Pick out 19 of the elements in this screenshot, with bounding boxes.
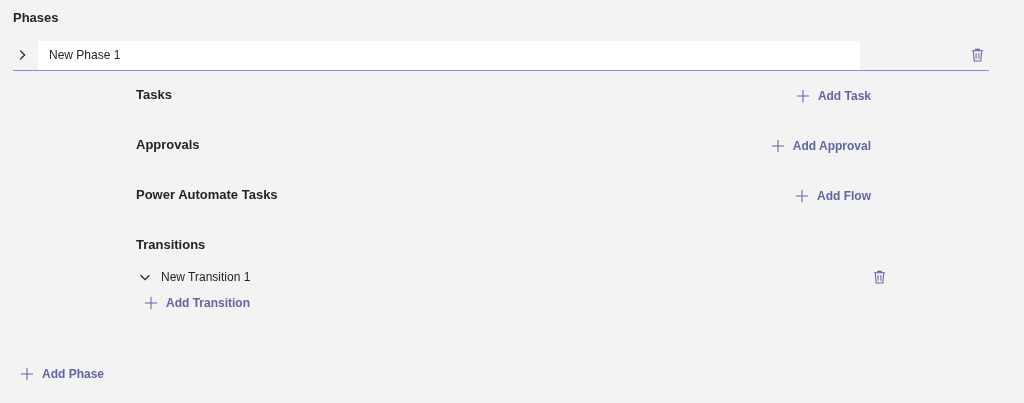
add-button[interactable]: Add Approval xyxy=(770,134,871,157)
plus-icon xyxy=(795,88,810,103)
add-button[interactable]: Add Task xyxy=(795,84,871,107)
section-heading: Approvals xyxy=(136,135,200,154)
plus-icon xyxy=(144,296,158,310)
section-heading: Tasks xyxy=(136,85,172,104)
transition-name: New Transition 1 xyxy=(161,269,251,286)
phase-name-field[interactable]: New Phase 1 xyxy=(38,40,860,70)
delete-icon[interactable] xyxy=(872,269,887,285)
add-button[interactable]: Add Flow xyxy=(795,184,871,207)
section-title: Phases xyxy=(13,9,59,27)
plus-icon xyxy=(770,138,785,153)
section-heading: Transitions xyxy=(136,235,207,254)
add-button[interactable]: Add Phase xyxy=(20,363,104,385)
delete-icon[interactable] xyxy=(970,47,985,63)
section-heading: Power Automate Tasks xyxy=(136,185,278,204)
plus-icon xyxy=(20,367,34,381)
plus-icon xyxy=(795,188,809,203)
add-button[interactable]: Add Transition xyxy=(144,292,250,314)
